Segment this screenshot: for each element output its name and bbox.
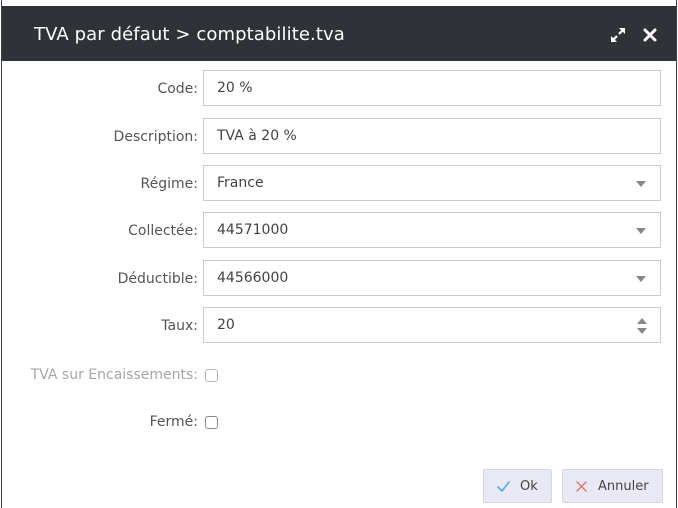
ok-label: Ok	[520, 479, 538, 494]
dialog-title: TVA par défaut > comptabilite.tva	[34, 24, 345, 45]
regime-label: Régime:	[140, 176, 198, 192]
expand-icon[interactable]	[609, 26, 627, 44]
collectee-select[interactable]: 44571000	[203, 212, 661, 248]
ok-button[interactable]: Ok	[483, 469, 552, 503]
tva-encaissements-checkbox[interactable]	[205, 369, 218, 382]
collectee-label: Collectée:	[128, 223, 198, 239]
check-icon	[497, 480, 510, 493]
regime-value: France	[217, 175, 264, 191]
cancel-button[interactable]: Annuler	[562, 469, 663, 503]
dialog-titlebar: TVA par défaut > comptabilite.tva	[2, 6, 676, 61]
code-label: Code:	[157, 81, 198, 97]
chevron-down-icon[interactable]	[636, 228, 646, 234]
chevron-down-icon[interactable]	[636, 181, 646, 187]
regime-select[interactable]: France	[203, 165, 661, 201]
dialog-window: TVA par défaut > comptabilite.tva Code: …	[1, 0, 677, 508]
code-value: 20 %	[217, 80, 253, 96]
deductible-label: Déductible:	[117, 271, 198, 287]
description-label: Description:	[113, 129, 198, 145]
close-icon[interactable]	[641, 26, 659, 44]
collectee-value: 44571000	[217, 222, 289, 238]
chevron-down-icon[interactable]	[636, 276, 646, 282]
deductible-value: 44566000	[217, 270, 289, 286]
ferme-label: Fermé:	[149, 414, 198, 430]
deductible-select[interactable]: 44566000	[203, 260, 661, 296]
taux-label: Taux:	[161, 318, 198, 334]
taux-number-input[interactable]: 20	[203, 307, 661, 343]
description-value: TVA à 20 %	[217, 128, 297, 144]
spinner-icon[interactable]	[637, 316, 647, 336]
close-x-icon	[575, 480, 588, 493]
tva-encaissements-label: TVA sur Encaissements:	[30, 367, 198, 383]
taux-value: 20	[217, 317, 235, 333]
cancel-label: Annuler	[598, 479, 649, 494]
ferme-checkbox[interactable]	[205, 416, 218, 429]
description-input[interactable]: TVA à 20 %	[203, 118, 661, 154]
code-input[interactable]: 20 %	[203, 70, 661, 106]
